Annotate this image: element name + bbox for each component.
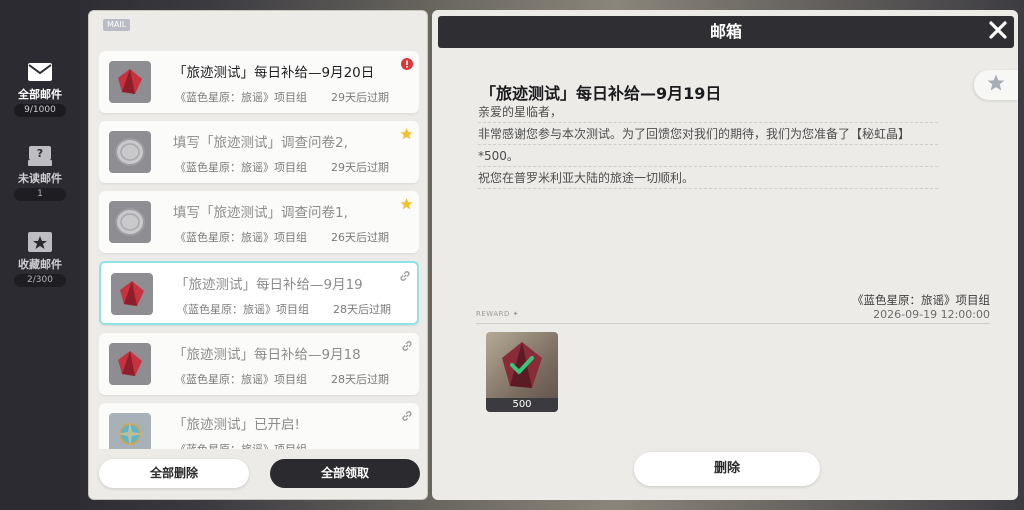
mail-expire: 29天后过期 <box>331 161 389 174</box>
close-button[interactable] <box>984 18 1012 46</box>
favorite-button[interactable] <box>974 70 1018 100</box>
unread-mail-icon: ? <box>26 144 54 168</box>
mail-category-nav: 全部邮件 9/1000 ? 未读邮件 1 收藏邮件 2/300 <box>0 0 80 510</box>
mail-title: 「旅迹测试」每日补给—9月18 <box>173 347 361 363</box>
mail-sender: 《蓝色星原：旅谣》项目组 <box>177 303 309 316</box>
claim-all-button[interactable]: 全部领取 <box>270 459 420 488</box>
mail-body-line: *500。 <box>478 146 938 167</box>
window-title: 邮箱 <box>709 22 742 41</box>
mail-body-line: 祝您在普罗米利亚大陆的旅途一切顺利。 <box>478 168 938 189</box>
nav-item-all-mail[interactable]: 全部邮件 9/1000 <box>8 60 72 117</box>
nav-item-favorite-mail[interactable]: 收藏邮件 2/300 <box>8 230 72 287</box>
envelope-icon <box>26 60 54 84</box>
mail-expire: 28天后过期 <box>333 303 391 316</box>
mail-row[interactable]: 「旅迹测试」每日补给—9月20日 《蓝色星原：旅谣》项目组 29天后过期 <box>99 51 419 113</box>
nav-count: 2/300 <box>14 274 66 287</box>
nav-label: 收藏邮件 <box>18 258 62 271</box>
mail-heading: 「旅迹测试」每日补给—9月19日 <box>480 84 722 103</box>
svg-text:?: ? <box>37 147 43 160</box>
star-icon <box>400 127 413 140</box>
mail-expire: 29天后过期 <box>331 91 389 104</box>
star-icon <box>400 197 413 210</box>
mail-title: 填写「旅迹测试」调查问卷2, <box>173 135 348 151</box>
compass-gem-icon <box>109 413 151 449</box>
star-mail-icon <box>26 230 54 254</box>
mail-body-line: 非常感谢您参与本次测试。为了回馈您对我们的期待，我们为您准备了【秘虹晶】 <box>478 124 938 145</box>
mail-sender: 《蓝色星原：旅谣》项目组 <box>175 373 307 386</box>
silver-coin-icon <box>109 201 151 243</box>
mail-sender: 《蓝色星原：旅谣》项目组 <box>175 441 307 449</box>
star-icon <box>987 74 1005 96</box>
red-crystal-icon <box>111 273 153 315</box>
mail-list-panel: MAIL 「旅迹测试」每日补给—9月20日 《蓝色星原：旅谣》项目组 29天后过… <box>88 10 428 500</box>
nav-count: 1 <box>14 188 66 201</box>
close-icon <box>988 20 1008 44</box>
reward-item[interactable]: 500 <box>486 332 558 412</box>
mail-sender: 《蓝色星原：旅谣》项目组 <box>175 231 307 244</box>
mail-title: 「旅迹测试」已开启! <box>173 417 300 433</box>
mail-title: 「旅迹测试」每日补给—9月19 <box>175 277 363 293</box>
nav-count: 9/1000 <box>14 104 66 117</box>
reward-quantity: 500 <box>486 398 558 412</box>
silver-coin-icon <box>109 131 151 173</box>
mail-header-badge: MAIL <box>103 19 131 31</box>
mail-row[interactable]: 填写「旅迹测试」调查问卷1, 《蓝色星原：旅谣》项目组 26天后过期 <box>99 191 419 253</box>
mail-date: 2026-09-19 12:00:00 <box>873 308 990 321</box>
divider <box>476 323 990 324</box>
mail-detail-panel: 邮箱 「旅迹测试」每日补给—9月19日 亲爱的星临者， 非常感谢您参与本次测试。… <box>432 10 1018 500</box>
mail-expire: 26天后过期 <box>331 231 389 244</box>
link-icon <box>400 339 413 352</box>
red-crystal-icon <box>109 343 151 385</box>
mail-title: 「旅迹测试」每日补给—9月20日 <box>173 65 375 81</box>
reward-label: REWARD ✦ <box>476 310 519 318</box>
nav-item-unread-mail[interactable]: ? 未读邮件 1 <box>8 144 72 201</box>
red-crystal-icon <box>109 61 151 103</box>
mail-body-line: 亲爱的星临者， <box>478 102 938 123</box>
link-icon <box>398 269 411 282</box>
alert-icon <box>400 57 413 70</box>
link-icon <box>400 409 413 422</box>
nav-label: 全部邮件 <box>18 88 62 101</box>
mail-signature: 《蓝色星原：旅谣》项目组 <box>852 293 990 307</box>
mail-row[interactable]: 「旅迹测试」已开启! 《蓝色星原：旅谣》项目组 <box>99 403 419 449</box>
mail-expire: 28天后过期 <box>331 373 389 386</box>
mail-list[interactable]: 「旅迹测试」每日补给—9月20日 《蓝色星原：旅谣》项目组 29天后过期 填写「… <box>99 51 419 449</box>
claimed-check-icon <box>486 332 558 398</box>
delete-button[interactable]: 删除 <box>634 452 820 486</box>
title-bar: 邮箱 <box>438 16 1014 48</box>
nav-label: 未读邮件 <box>18 172 62 185</box>
mail-row[interactable]: 填写「旅迹测试」调查问卷2, 《蓝色星原：旅谣》项目组 29天后过期 <box>99 121 419 183</box>
mail-title: 填写「旅迹测试」调查问卷1, <box>173 205 348 221</box>
mail-sender: 《蓝色星原：旅谣》项目组 <box>175 161 307 174</box>
mail-row-selected[interactable]: 「旅迹测试」每日补给—9月19 《蓝色星原：旅谣》项目组 28天后过期 <box>99 261 419 325</box>
mail-sender: 《蓝色星原：旅谣》项目组 <box>175 91 307 104</box>
mail-row[interactable]: 「旅迹测试」每日补给—9月18 《蓝色星原：旅谣》项目组 28天后过期 <box>99 333 419 395</box>
delete-all-button[interactable]: 全部删除 <box>99 459 249 488</box>
